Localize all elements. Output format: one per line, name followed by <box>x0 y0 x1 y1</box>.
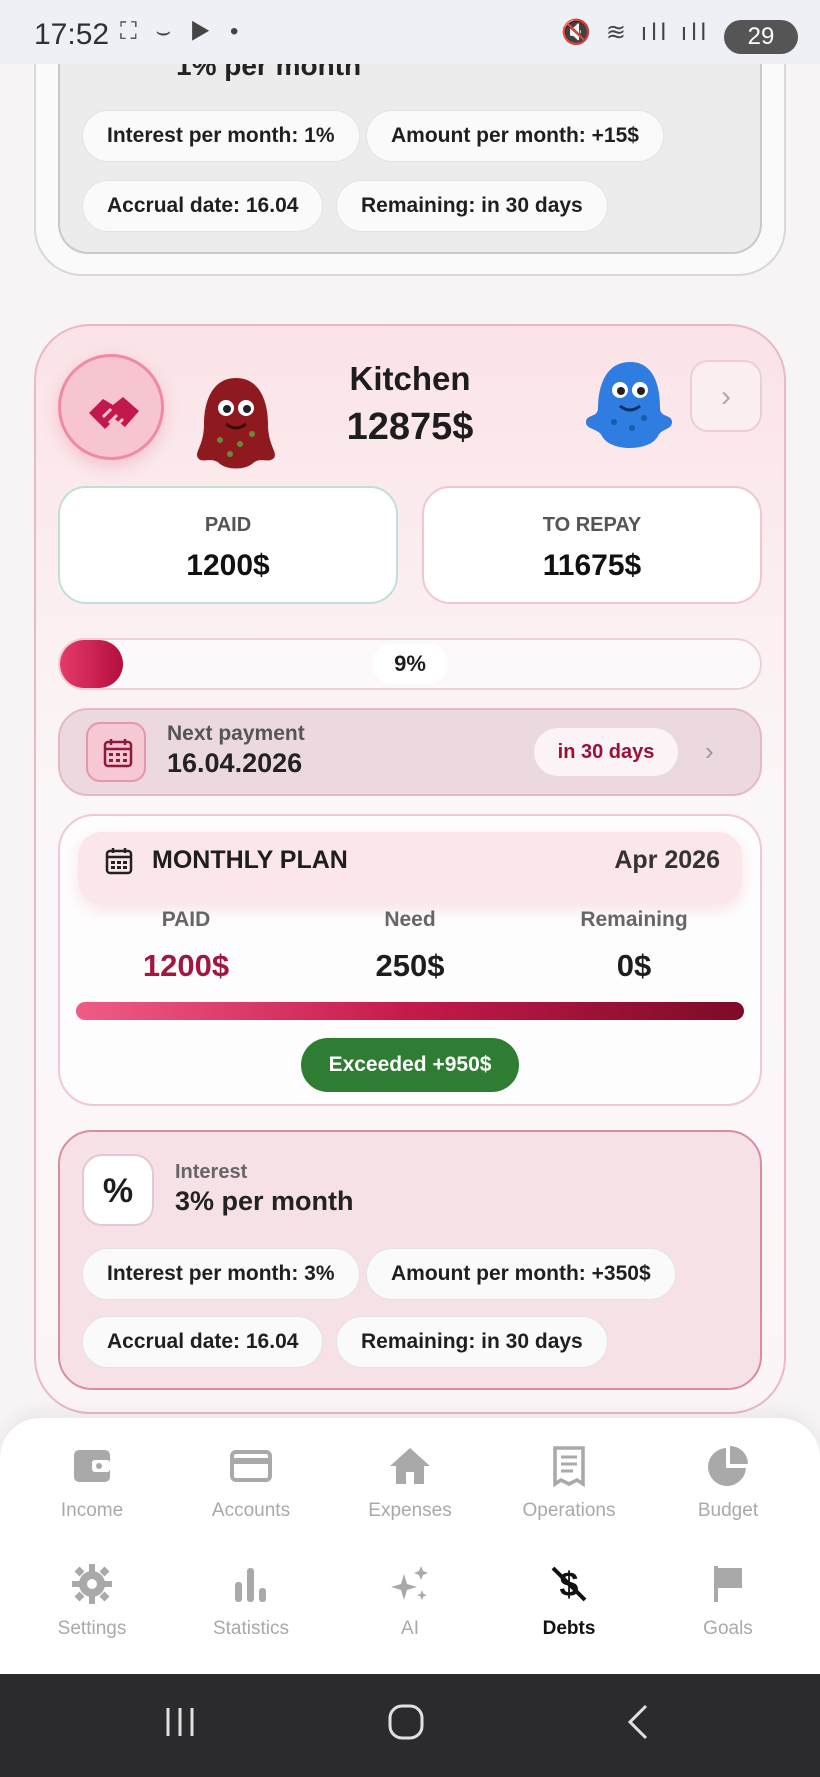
status-time: 17:52 <box>34 18 110 51</box>
nav-ai-label: AI <box>401 1618 419 1639</box>
monthly-plan-month: Apr 2026 <box>614 846 720 874</box>
plan-need-column: Need 250$ <box>310 908 510 984</box>
previous-interest-title: 1% per month <box>176 64 362 81</box>
to-repay-box: TO REPAY 11675$ <box>422 486 762 604</box>
nav-debts-label: Debts <box>542 1618 596 1639</box>
status-right-icons: 🔇 ≋ ıll ıll <box>561 19 710 46</box>
plan-paid-value: 1200$ <box>142 948 230 983</box>
nav-operations[interactable]: Operations <box>489 1444 649 1522</box>
gear-icon <box>12 1562 172 1612</box>
nav-operations-label: Operations <box>522 1500 616 1521</box>
nav-accounts[interactable]: Accounts <box>171 1444 331 1522</box>
paid-box: PAID 1200$ <box>58 486 398 604</box>
red-mascot-icon <box>190 372 282 477</box>
dollar-off-icon: $ <box>489 1562 649 1612</box>
chip-interest-per-month: Interest per month: 3% <box>82 1248 360 1300</box>
recents-button[interactable] <box>160 1702 200 1752</box>
chip-accrual-date: Accrual date: 16.04 <box>82 180 324 232</box>
nav-settings[interactable]: Settings <box>12 1562 172 1640</box>
exceeded-badge: Exceeded +950$ <box>301 1038 519 1092</box>
home-icon <box>330 1444 490 1494</box>
back-button[interactable] <box>620 1702 660 1752</box>
nav-statistics[interactable]: Statistics <box>171 1562 331 1640</box>
status-left-icons: ⛶ ⌣ ▶ • <box>120 18 245 45</box>
chip-amount-per-month: Amount per month: +15$ <box>366 110 664 162</box>
nav-goals[interactable]: Goals <box>648 1562 808 1640</box>
to-repay-label: TO REPAY <box>542 514 642 536</box>
nav-budget-label: Budget <box>697 1500 759 1521</box>
to-repay-value: 11675$ <box>542 549 642 582</box>
sparkle-icon <box>330 1562 490 1612</box>
plan-remaining-column: Remaining 0$ <box>534 908 734 984</box>
blue-mascot-icon <box>580 356 676 465</box>
flag-icon <box>648 1562 808 1612</box>
wallet-icon <box>12 1444 172 1494</box>
plan-paid-label: PAID <box>161 908 211 931</box>
handshake-icon <box>58 354 164 460</box>
plan-remaining-value: 0$ <box>616 948 652 983</box>
nav-income-label: Income <box>60 1500 124 1521</box>
home-button[interactable] <box>386 1702 426 1752</box>
card-icon <box>171 1444 331 1494</box>
next-payment-label: Next payment <box>167 722 305 745</box>
plan-paid-column: PAID 1200$ <box>86 908 286 984</box>
pie-icon <box>648 1444 808 1494</box>
repay-progress-label: 9% <box>372 644 448 684</box>
debt-name: Kitchen <box>349 360 471 397</box>
nav-expenses[interactable]: Expenses <box>330 1444 490 1522</box>
calendar-icon <box>104 846 134 884</box>
nav-expenses-label: Expenses <box>368 1500 452 1521</box>
nav-settings-label: Settings <box>57 1618 127 1639</box>
nav-budget[interactable]: Budget <box>648 1444 808 1522</box>
monthly-plan-progress <box>76 1002 744 1020</box>
repay-progress-fill <box>60 640 123 688</box>
next-payment-date: 16.04.2026 <box>167 748 303 778</box>
plan-need-value: 250$ <box>375 948 445 983</box>
receipt-icon <box>489 1444 649 1494</box>
interest-label: Interest <box>175 1161 248 1183</box>
chip-remaining: Remaining: in 30 days <box>336 180 608 232</box>
nav-goals-label: Goals <box>703 1618 753 1639</box>
paid-label: PAID <box>204 514 252 536</box>
chip-amount-per-month: Amount per month: +350$ <box>366 1248 676 1300</box>
paid-value: 1200$ <box>186 549 270 582</box>
next-payment-badge: in 30 days <box>534 728 678 776</box>
nav-statistics-label: Statistics <box>212 1618 290 1639</box>
plan-need-label: Need <box>384 908 436 931</box>
monthly-plan-title: MONTHLY PLAN <box>152 846 348 874</box>
chip-interest-per-month: Interest per month: 1% <box>82 110 360 162</box>
debt-total: 12875$ <box>346 406 474 448</box>
nav-ai[interactable]: AI <box>330 1562 490 1640</box>
nav-debts[interactable]: $ Debts <box>489 1562 649 1640</box>
interest-title: 3% per month <box>175 1186 354 1216</box>
chip-remaining: Remaining: in 30 days <box>336 1316 608 1368</box>
chevron-right-icon[interactable]: › <box>705 736 714 767</box>
nav-income[interactable]: Income <box>12 1444 172 1522</box>
chip-accrual-date: Accrual date: 16.04 <box>82 1316 324 1368</box>
bar-chart-icon <box>171 1562 331 1612</box>
nav-accounts-label: Accounts <box>211 1500 291 1521</box>
plan-remaining-label: Remaining <box>580 908 688 931</box>
percent-icon: % <box>82 1154 154 1226</box>
battery-indicator: 29 <box>724 20 798 54</box>
chevron-right-icon[interactable]: › <box>690 360 762 432</box>
calendar-icon <box>86 722 146 782</box>
